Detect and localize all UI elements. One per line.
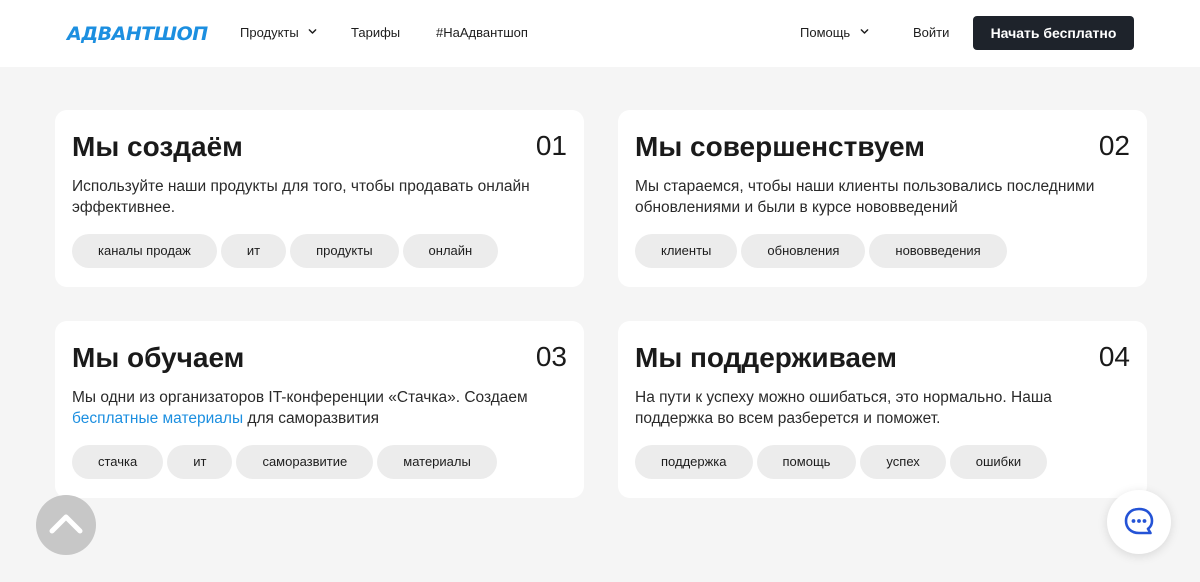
desc-text-before: Мы одни из организаторов IT-конференции …	[72, 389, 528, 406]
card-description: Используйте наши продукты для того, чтоб…	[72, 178, 530, 216]
tag-pill[interactable]: обновления	[741, 234, 866, 268]
site-header: АДВАНТШОП Продукты Тарифы #НаАдвантшоп П…	[0, 0, 1200, 67]
tag-list: клиенты обновления нововведения	[635, 234, 1007, 268]
feature-card-support: Мы поддерживаем 04 На пути к успеху можн…	[618, 321, 1147, 498]
tag-pill[interactable]: ит	[167, 445, 233, 479]
brand-logo[interactable]: АДВАНТШОП	[67, 22, 208, 46]
login-link[interactable]: Войти	[913, 24, 949, 42]
tag-pill[interactable]: клиенты	[635, 234, 738, 268]
card-title: Мы обучаем	[72, 342, 245, 373]
tag-pill[interactable]: материалы	[377, 445, 497, 479]
tag-list: каналы продаж ит продукты онлайн	[72, 234, 499, 268]
card-number: 02	[1098, 130, 1130, 161]
tag-pill[interactable]: нововведения	[869, 234, 1007, 268]
card-description: На пути к успеху можно ошибаться, это но…	[635, 389, 1052, 427]
tag-pill[interactable]: онлайн	[402, 234, 499, 268]
feature-card-create: Мы создаём 01 Используйте наши продукты …	[55, 110, 584, 287]
chevron-down-icon	[309, 29, 317, 34]
card-number: 03	[535, 341, 567, 372]
tag-pill[interactable]: успех	[860, 445, 946, 479]
nav-products-dropdown[interactable]: Продукты	[240, 24, 317, 42]
nav-tariffs-link[interactable]: Тарифы	[351, 24, 400, 42]
scroll-to-top-button[interactable]	[36, 495, 96, 555]
card-title: Мы совершенствуем	[635, 131, 925, 162]
nav-products-label: Продукты	[240, 25, 299, 40]
card-description: Мы одни из организаторов IT-конференции …	[72, 387, 562, 429]
tag-pill[interactable]: продукты	[290, 234, 399, 268]
nav-hashtag-link[interactable]: #НаАдвантшоп	[436, 24, 528, 42]
chevron-down-icon	[860, 29, 869, 34]
feature-card-improve: Мы совершенствуем 02 Мы стараемся, чтобы…	[618, 110, 1147, 287]
chat-bubble-icon	[1124, 507, 1154, 535]
tag-pill[interactable]: ошибки	[949, 445, 1048, 479]
card-description: Мы стараемся, чтобы наши клиенты пользов…	[635, 178, 1095, 216]
tag-list: стачка ит саморазвитие материалы	[72, 445, 497, 479]
chat-button[interactable]	[1107, 490, 1171, 554]
nav-help-label: Помощь	[800, 25, 851, 40]
start-free-button[interactable]: Начать бесплатно	[973, 16, 1134, 50]
tag-pill[interactable]: ит	[220, 234, 287, 268]
tag-pill[interactable]: поддержка	[635, 445, 753, 479]
free-materials-link[interactable]: бесплатные материалы	[72, 410, 243, 427]
tag-pill[interactable]: стачка	[72, 445, 164, 479]
tag-pill[interactable]: помощь	[756, 445, 857, 479]
card-title: Мы создаём	[72, 131, 243, 162]
tag-pill[interactable]: саморазвитие	[236, 445, 374, 479]
card-title: Мы поддерживаем	[635, 342, 897, 373]
desc-text-after: для саморазвития	[243, 410, 380, 427]
card-number: 04	[1098, 341, 1130, 372]
tag-list: поддержка помощь успех ошибки	[635, 445, 1048, 479]
tag-pill[interactable]: каналы продаж	[72, 234, 217, 268]
nav-help-dropdown[interactable]: Помощь	[800, 24, 869, 42]
card-number: 01	[535, 130, 567, 161]
chevron-up-icon	[49, 514, 83, 534]
feature-card-teach: Мы обучаем 03 Мы одни из организаторов I…	[55, 321, 584, 498]
